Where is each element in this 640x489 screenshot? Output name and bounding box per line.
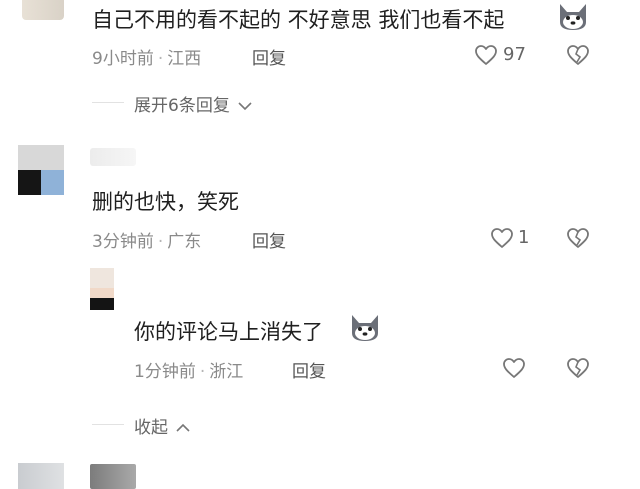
reply-text: 你的评论马上消失了 bbox=[134, 320, 323, 344]
comment-meta: 3分钟前 · 广东 bbox=[92, 227, 201, 252]
divider bbox=[92, 424, 124, 425]
comment-location: 广东 bbox=[167, 232, 202, 252]
dislike-broken-heart-icon[interactable] bbox=[566, 44, 590, 66]
meta-separator: · bbox=[157, 232, 164, 252]
comment-time: 9小时前 bbox=[92, 49, 154, 69]
reply-button[interactable]: 回复 bbox=[252, 227, 286, 252]
reply-location: 浙江 bbox=[209, 362, 244, 382]
comment-text: 删的也快，笑死 bbox=[92, 190, 239, 214]
meta-separator: · bbox=[157, 49, 164, 69]
reply-button[interactable]: 回复 bbox=[292, 357, 326, 382]
avatar[interactable] bbox=[22, 0, 64, 20]
like-heart-icon[interactable] bbox=[474, 44, 498, 66]
like-heart-icon[interactable] bbox=[502, 357, 526, 379]
chevron-up-icon bbox=[175, 422, 191, 434]
chevron-down-icon bbox=[237, 100, 253, 112]
username-blurred[interactable] bbox=[90, 464, 136, 489]
like-count: 97 bbox=[503, 44, 526, 65]
divider bbox=[92, 102, 124, 103]
husky-emoji-icon bbox=[348, 311, 382, 343]
expand-replies-button[interactable]: 展开6条回复 bbox=[134, 91, 253, 116]
comment-meta: 9小时前 · 江西 bbox=[92, 44, 201, 69]
comment-location: 江西 bbox=[167, 49, 202, 69]
dislike-broken-heart-icon[interactable] bbox=[566, 357, 590, 379]
avatar[interactable] bbox=[18, 145, 64, 195]
reply-time: 1分钟前 bbox=[134, 362, 196, 382]
avatar[interactable] bbox=[90, 268, 114, 310]
expand-replies-label: 展开6条回复 bbox=[134, 96, 230, 116]
collapse-replies-button[interactable]: 收起 bbox=[134, 413, 191, 438]
like-count: 1 bbox=[518, 227, 530, 248]
reply-meta: 1分钟前 · 浙江 bbox=[134, 357, 243, 382]
comment-text: 自己不用的看不起的 不好意思 我们也看不起 bbox=[92, 8, 505, 32]
reply-button[interactable]: 回复 bbox=[252, 44, 286, 69]
comment-time: 3分钟前 bbox=[92, 232, 154, 252]
avatar[interactable] bbox=[18, 463, 64, 489]
husky-emoji-icon bbox=[556, 0, 590, 32]
like-heart-icon[interactable] bbox=[490, 227, 514, 249]
meta-separator: · bbox=[199, 362, 206, 382]
collapse-label: 收起 bbox=[134, 418, 168, 438]
dislike-broken-heart-icon[interactable] bbox=[566, 227, 590, 249]
username-blurred[interactable] bbox=[90, 148, 136, 166]
